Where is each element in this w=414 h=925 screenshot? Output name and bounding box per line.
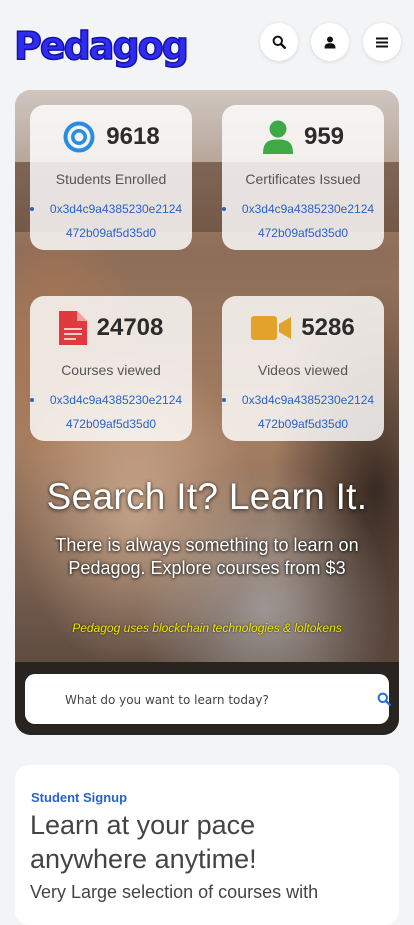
contract-address-link[interactable]: 0x3d4c9a4385230e2124 472b09af5d35d0 bbox=[222, 388, 384, 436]
video-camera-icon bbox=[251, 316, 292, 340]
search-input[interactable] bbox=[63, 686, 347, 714]
search-icon bbox=[272, 35, 286, 49]
student-signup-link[interactable]: Student Signup bbox=[31, 790, 127, 805]
stat-card-certificates: 959 Certificates Issued 0x3d4c9a4385230e… bbox=[222, 105, 384, 250]
student-signup-card: Student Signup Learn at your pace anywhe… bbox=[15, 765, 399, 925]
hero-tagline: Pedagog uses blockchain technologies & l… bbox=[72, 621, 342, 635]
stat-card-videos: 5286 Videos viewed 0x3d4c9a4385230e2124 … bbox=[222, 296, 384, 441]
hero-banner: 9618 Students Enrolled 0x3d4c9a4385230e2… bbox=[15, 90, 399, 735]
search-button[interactable] bbox=[260, 23, 298, 61]
account-button[interactable] bbox=[311, 23, 349, 61]
user-icon bbox=[324, 36, 336, 48]
stat-card-courses: 24708 Courses viewed 0x3d4c9a4385230e212… bbox=[30, 296, 192, 441]
stat-number: 959 bbox=[303, 123, 345, 150]
contract-address-link[interactable]: 0x3d4c9a4385230e2124 472b09af5d35d0 bbox=[222, 197, 384, 245]
bullet-icon bbox=[30, 207, 34, 211]
bullet-icon bbox=[222, 398, 226, 402]
contract-address-link[interactable]: 0x3d4c9a4385230e2124 472b09af5d35d0 bbox=[30, 388, 192, 436]
contract-address-link[interactable]: 0x3d4c9a4385230e2124 472b09af5d35d0 bbox=[30, 197, 192, 245]
target-icon bbox=[63, 121, 95, 153]
stat-label: Videos viewed bbox=[257, 362, 349, 378]
stat-number: 9618 bbox=[106, 123, 160, 150]
stat-number: 24708 bbox=[96, 314, 164, 341]
person-icon bbox=[262, 120, 293, 154]
stat-number: 5286 bbox=[301, 314, 355, 341]
bullet-icon bbox=[30, 398, 34, 402]
search-submit-button[interactable] bbox=[377, 692, 392, 711]
stat-label: Certificates Issued bbox=[245, 171, 361, 187]
hero-headline: Search It? Learn It. bbox=[46, 476, 368, 517]
stat-card-students: 9618 Students Enrolled 0x3d4c9a4385230e2… bbox=[30, 105, 192, 250]
stat-label: Students Enrolled bbox=[55, 171, 167, 187]
menu-button[interactable] bbox=[363, 23, 401, 61]
menu-icon bbox=[376, 37, 388, 47]
search-icon bbox=[377, 692, 392, 707]
hero-subheadline: There is always something to learn on Pe… bbox=[55, 535, 359, 578]
search-box bbox=[25, 674, 392, 724]
document-icon bbox=[58, 311, 87, 345]
signup-subtitle: Very Large selection of courses with bbox=[30, 882, 319, 902]
brand-logo[interactable]: Pedagog bbox=[13, 23, 189, 69]
signup-title: Learn at your pace anywhere anytime! bbox=[30, 810, 257, 874]
bullet-icon bbox=[222, 207, 226, 211]
stat-label: Courses viewed bbox=[61, 362, 161, 378]
top-bar: Pedagog bbox=[0, 0, 414, 90]
